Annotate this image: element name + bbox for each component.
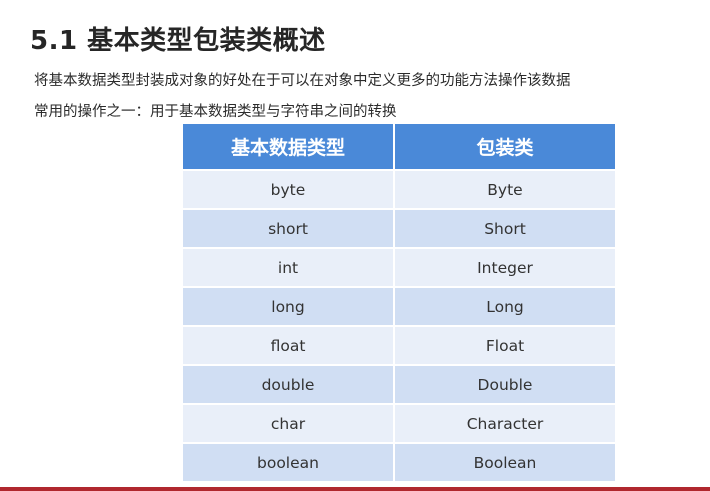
wrapper-class-cell: Integer: [393, 247, 615, 287]
wrapper-class-cell: Double: [393, 364, 615, 404]
table-row: short Short: [183, 208, 615, 248]
primitive-type-cell: double: [183, 364, 394, 404]
primitive-type-cell: boolean: [183, 442, 394, 481]
wrapper-class-cell: Boolean: [393, 442, 615, 481]
primitive-type-cell: int: [183, 247, 394, 287]
primitive-type-cell: float: [183, 325, 394, 365]
primitive-type-cell: short: [183, 208, 394, 248]
table-row: long Long: [183, 286, 615, 326]
table-row: float Float: [183, 325, 615, 365]
wrapper-class-cell: Byte: [393, 169, 615, 209]
wrapper-class-cell: Short: [393, 208, 615, 248]
primitive-type-cell: long: [183, 286, 394, 326]
header-wrapper-class: 包装类: [393, 124, 615, 170]
table-row: char Character: [183, 403, 615, 443]
primitive-type-cell: char: [183, 403, 394, 443]
primitive-type-cell: byte: [183, 169, 394, 209]
description-line-2: 常用的操作之一：用于基本数据类型与字符串之间的转换: [34, 104, 397, 120]
wrapper-class-cell: Long: [393, 286, 615, 326]
table-row: boolean Boolean: [183, 442, 615, 481]
header-primitive-type: 基本数据类型: [183, 124, 394, 170]
wrapper-class-table: 基本数据类型 包装类 byte Byte short Short int Int…: [183, 124, 615, 481]
wrapper-class-cell: Float: [393, 325, 615, 365]
wrapper-class-cell: Character: [393, 403, 615, 443]
table-header-row: 基本数据类型 包装类: [183, 124, 615, 170]
description-line-1: 将基本数据类型封装成对象的好处在于可以在对象中定义更多的功能方法操作该数据: [34, 73, 571, 89]
slide-title: 5.1 基本类型包装类概述: [30, 26, 326, 56]
table-row: byte Byte: [183, 169, 615, 209]
table-row: int Integer: [183, 247, 615, 287]
bottom-accent-bar: [0, 487, 710, 491]
table-row: double Double: [183, 364, 615, 404]
